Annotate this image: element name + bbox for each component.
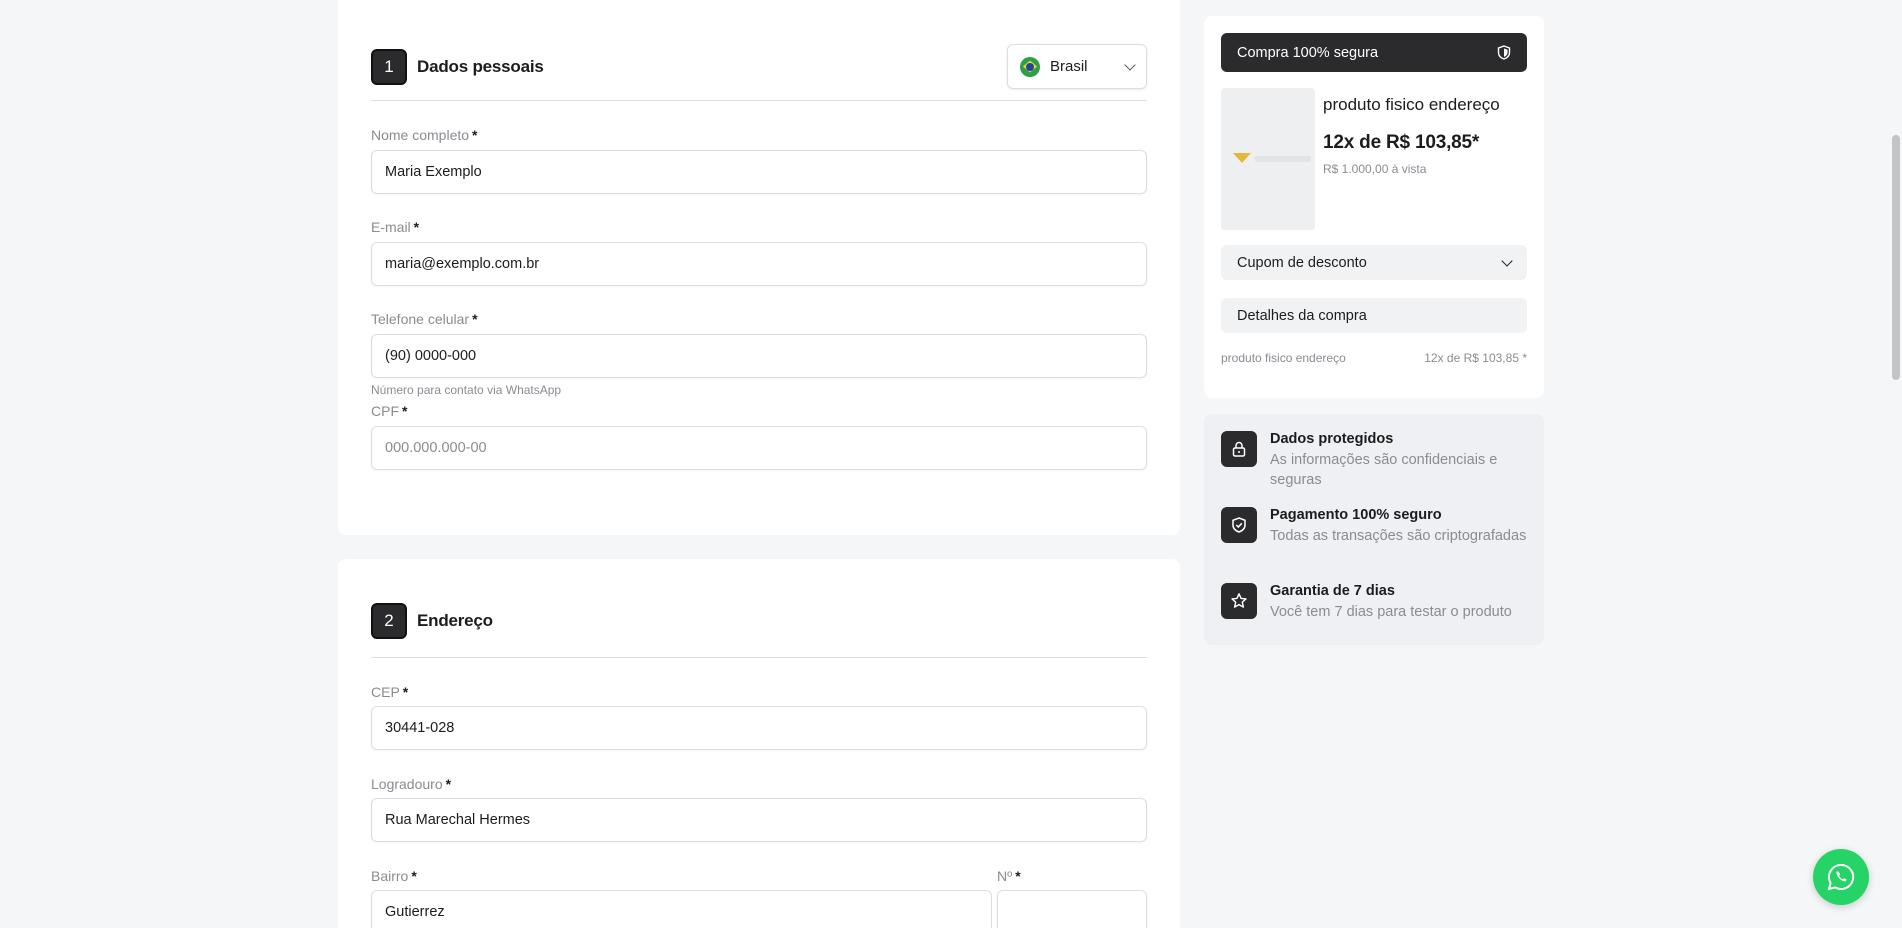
whatsapp-icon bbox=[1827, 863, 1855, 891]
product-installments: 12x de R$ 103,85* bbox=[1323, 132, 1480, 153]
chevron-down-icon bbox=[1124, 58, 1136, 71]
line-item-price: 12x de R$ 103,85 * bbox=[1424, 351, 1527, 365]
street-label: Logradouro * bbox=[371, 776, 452, 792]
number-label: Nº * bbox=[997, 868, 1021, 884]
trust-item: Pagamento 100% seguro Todas as transaçõe… bbox=[1221, 507, 1530, 546]
whatsapp-button[interactable] bbox=[1813, 849, 1869, 905]
brazil-flag-icon bbox=[1020, 56, 1040, 77]
district-input[interactable] bbox=[371, 890, 992, 928]
email-input[interactable] bbox=[371, 242, 1147, 286]
cpf-label: CPF * bbox=[371, 403, 408, 419]
product-image bbox=[1221, 88, 1315, 230]
personal-section-header: 1 Dados pessoais Brasil bbox=[371, 44, 1147, 89]
personal-data-card: 1 Dados pessoais Brasil Nome completo* E… bbox=[338, 0, 1180, 535]
number-input[interactable] bbox=[997, 890, 1147, 928]
street-input[interactable] bbox=[371, 798, 1147, 842]
section-divider bbox=[371, 657, 1147, 658]
address-card: 2 Endereço CEP* Logradouro* Bairro* Nº* bbox=[338, 559, 1180, 928]
product-cash-price: R$ 1.000,00 à vista bbox=[1323, 162, 1427, 176]
shield-check-icon bbox=[1221, 507, 1257, 543]
secure-purchase-banner: Compra 100% segura bbox=[1221, 33, 1527, 72]
coupon-label: Cupom de desconto bbox=[1237, 254, 1367, 271]
phone-input[interactable] bbox=[371, 334, 1147, 378]
country-select[interactable]: Brasil bbox=[1007, 44, 1147, 89]
phone-hint: Número para contato via WhatsApp bbox=[371, 383, 562, 397]
trust-title: Pagamento 100% seguro bbox=[1270, 507, 1442, 523]
details-label: Detalhes da compra bbox=[1237, 307, 1367, 324]
address-section-header: 2 Endereço bbox=[371, 603, 1147, 639]
trust-title: Garantia de 7 dias bbox=[1270, 583, 1395, 599]
trust-item: Garantia de 7 dias Você tem 7 dias para … bbox=[1221, 583, 1530, 622]
star-icon bbox=[1221, 583, 1257, 619]
phone-label: Telefone celular * bbox=[371, 311, 478, 327]
coupon-toggle[interactable]: Cupom de desconto bbox=[1221, 245, 1527, 280]
cpf-input[interactable] bbox=[371, 426, 1147, 470]
trust-description: Todas as transações são criptografadas bbox=[1270, 528, 1527, 544]
step-number: 1 bbox=[371, 48, 407, 85]
trust-panel: Dados protegidos As informações são conf… bbox=[1204, 414, 1544, 645]
cep-label: CEP * bbox=[371, 684, 409, 700]
trust-description: As informações são confidenciais e segur… bbox=[1270, 452, 1498, 488]
product-name: produto fisico endereço bbox=[1323, 95, 1500, 114]
scrollbar-thumb[interactable] bbox=[1892, 135, 1900, 380]
brand-logo-icon bbox=[1233, 153, 1251, 165]
name-input[interactable] bbox=[371, 150, 1147, 194]
section-divider bbox=[371, 100, 1147, 101]
purchase-details-toggle[interactable]: Detalhes da compra bbox=[1221, 298, 1527, 333]
page-scrollbar[interactable] bbox=[1890, 0, 1902, 928]
chevron-down-icon bbox=[1501, 254, 1513, 267]
cep-input[interactable] bbox=[371, 706, 1147, 750]
line-item-name: produto fisico endereço bbox=[1221, 351, 1346, 365]
section-title: Endereço bbox=[417, 611, 493, 630]
step-number: 2 bbox=[371, 603, 407, 639]
line-item: produto fisico endereço 12x de R$ 103,85… bbox=[1221, 351, 1527, 365]
section-title: Dados pessoais bbox=[417, 56, 544, 76]
email-label: E-mail * bbox=[371, 219, 420, 235]
shield-icon bbox=[1497, 45, 1511, 60]
district-label: Bairro * bbox=[371, 868, 417, 884]
secure-label: Compra 100% segura bbox=[1237, 44, 1379, 61]
lock-icon bbox=[1221, 431, 1257, 467]
trust-title: Dados protegidos bbox=[1270, 431, 1394, 447]
trust-description: Você tem 7 dias para testar o produto bbox=[1270, 604, 1512, 620]
order-summary-card: Compra 100% segura produto fisico endere… bbox=[1204, 16, 1544, 398]
country-label: Brasil bbox=[1050, 58, 1088, 75]
trust-item: Dados protegidos As informações são conf… bbox=[1221, 431, 1530, 490]
name-label: Nome completo * bbox=[371, 127, 478, 143]
